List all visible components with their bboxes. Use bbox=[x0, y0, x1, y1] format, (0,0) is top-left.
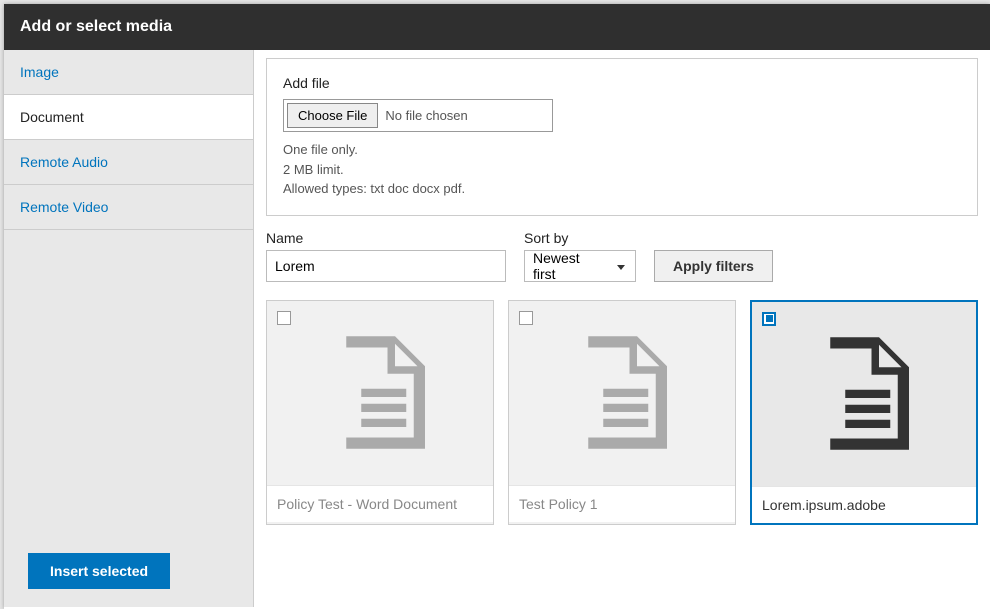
card-title: Lorem.ipsum.adobe bbox=[752, 486, 976, 523]
upload-hint-1: One file only. bbox=[283, 140, 961, 160]
card-title: Test Policy 1 bbox=[509, 485, 735, 522]
sort-select-value: Newest first bbox=[533, 250, 605, 282]
upload-hint-2: 2 MB limit. bbox=[283, 160, 961, 180]
result-card[interactable]: Lorem.ipsum.adobe bbox=[750, 300, 978, 525]
apply-filters-button[interactable]: Apply filters bbox=[654, 250, 773, 282]
document-icon bbox=[577, 335, 667, 450]
filter-bar: Name Sort by Newest first Apply filters bbox=[254, 216, 990, 294]
media-type-tabs: Image Document Remote Audio Remote Video bbox=[4, 50, 254, 607]
document-icon bbox=[819, 336, 909, 451]
dialog-body: Image Document Remote Audio Remote Video… bbox=[4, 50, 990, 607]
choose-file-button[interactable]: Choose File bbox=[287, 103, 378, 128]
sort-select[interactable]: Newest first bbox=[524, 250, 636, 282]
tab-remote-audio[interactable]: Remote Audio bbox=[4, 140, 253, 185]
tab-image[interactable]: Image bbox=[4, 50, 253, 95]
name-filter-label: Name bbox=[266, 230, 506, 246]
results-grid: Policy Test - Word Document Test Policy … bbox=[254, 294, 990, 545]
result-card[interactable]: Test Policy 1 bbox=[508, 300, 736, 525]
file-input[interactable]: Choose File No file chosen bbox=[283, 99, 553, 132]
card-thumb bbox=[752, 302, 976, 486]
card-title: Policy Test - Word Document bbox=[267, 485, 493, 522]
dialog-title: Add or select media bbox=[4, 4, 990, 50]
card-checkbox[interactable] bbox=[277, 311, 291, 325]
tab-document[interactable]: Document bbox=[4, 95, 253, 140]
name-filter-group: Name bbox=[266, 230, 506, 282]
file-status: No file chosen bbox=[381, 108, 467, 123]
dialog-footer: Insert selected bbox=[28, 553, 170, 589]
tab-remote-video[interactable]: Remote Video bbox=[4, 185, 253, 230]
upload-section: Add file Choose File No file chosen One … bbox=[266, 58, 978, 216]
card-checkbox[interactable] bbox=[762, 312, 776, 326]
sort-filter-group: Sort by Newest first bbox=[524, 230, 636, 282]
card-checkbox[interactable] bbox=[519, 311, 533, 325]
name-filter-input[interactable] bbox=[266, 250, 506, 282]
card-thumb bbox=[267, 301, 493, 485]
upload-hint-3: Allowed types: txt doc docx pdf. bbox=[283, 179, 961, 199]
card-thumb bbox=[509, 301, 735, 485]
upload-label: Add file bbox=[283, 75, 961, 91]
result-card[interactable]: Policy Test - Word Document bbox=[266, 300, 494, 525]
document-icon bbox=[335, 335, 425, 450]
media-dialog: Add or select media Image Document Remot… bbox=[4, 4, 990, 609]
insert-selected-button[interactable]: Insert selected bbox=[28, 553, 170, 589]
sort-filter-label: Sort by bbox=[524, 230, 636, 246]
main-panel: Add file Choose File No file chosen One … bbox=[254, 50, 990, 607]
